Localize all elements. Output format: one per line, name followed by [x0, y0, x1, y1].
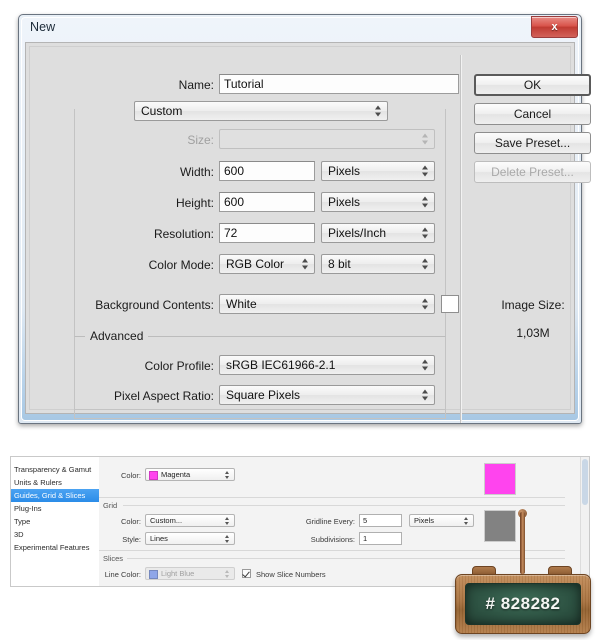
ok-button[interactable]: OK — [474, 74, 591, 96]
pixel-aspect-ratio-value: Square Pixels — [226, 388, 300, 402]
sidebar-item-experimental-features[interactable]: Experimental Features — [11, 541, 99, 554]
stepper-arrows-icon — [422, 360, 429, 371]
gridline-unit-value: Pixels — [414, 516, 434, 525]
slices-color-swatch-icon — [149, 570, 158, 579]
sidebar-item-guides-grid-slices[interactable]: Guides, Grid & Slices — [11, 489, 99, 502]
image-size-label: Image Size: — [463, 298, 600, 312]
background-contents-value: White — [226, 297, 257, 311]
color-mode-select[interactable]: RGB Color — [219, 254, 315, 274]
sidebar-item-plug-ins[interactable]: Plug-Ins — [11, 502, 99, 515]
sidebar-item-3d[interactable]: 3D — [11, 528, 99, 541]
guides-color-label: Color: — [105, 471, 141, 480]
guides-color-value: Magenta — [161, 470, 190, 479]
width-unit-value: Pixels — [328, 164, 360, 178]
sidebar-item-units-rulers[interactable]: Units & Rulers — [11, 476, 99, 489]
grid-color-label: Color: — [105, 517, 141, 526]
size-label: Size: — [54, 133, 214, 147]
name-label: Name: — [54, 78, 214, 92]
chevron-updown-icon — [225, 517, 230, 525]
grid-color-value: Custom... — [150, 516, 182, 525]
sign-board: # 828282 — [465, 583, 581, 625]
resolution-label: Resolution: — [54, 227, 214, 241]
dialog-title: New — [30, 20, 55, 34]
dialog-body: Name: Tutorial Preset: Custom Size: Widt… — [25, 42, 575, 414]
save-preset-button[interactable]: Save Preset... — [474, 132, 591, 154]
image-size-value: 1,03M — [463, 326, 600, 340]
resolution-unit-select[interactable]: Pixels/Inch — [321, 223, 435, 243]
stepper-arrows-icon — [422, 299, 429, 310]
hex-color-text: # 828282 — [486, 594, 561, 614]
height-label: Height: — [54, 196, 214, 210]
preferences-sidebar: Transparency & Gamut Units & Rulers Guid… — [11, 457, 100, 586]
slices-line-color-select[interactable]: Light Blue — [145, 567, 235, 580]
gridline-every-label: Gridline Every: — [277, 517, 355, 526]
height-unit-select[interactable]: Pixels — [321, 192, 435, 212]
color-profile-value: sRGB IEC61966-2.1 — [226, 358, 335, 372]
grid-section-rule — [123, 505, 565, 506]
slices-section-title: Slices — [103, 554, 127, 563]
name-input[interactable]: Tutorial — [219, 74, 459, 94]
pixel-aspect-ratio-label: Pixel Aspect Ratio: — [54, 389, 214, 403]
background-contents-select[interactable]: White — [219, 294, 435, 314]
slices-line-color-label: Line Color: — [99, 570, 141, 579]
guides-color-select[interactable]: Magenta — [145, 468, 235, 481]
subdivisions-input[interactable]: 1 — [359, 532, 402, 545]
stepper-arrows-icon — [422, 197, 429, 208]
show-slice-numbers-checkbox[interactable] — [242, 569, 251, 578]
chevron-updown-icon — [225, 535, 230, 543]
close-icon: x — [532, 17, 577, 37]
sign-wood-frame: # 828282 — [455, 574, 591, 634]
color-profile-label: Color Profile: — [54, 359, 214, 373]
scrollbar-thumb[interactable] — [582, 459, 588, 505]
stepper-arrows-icon — [302, 259, 309, 270]
sidebar-item-transparency-gamut[interactable]: Transparency & Gamut — [11, 463, 99, 476]
slices-line-color-value: Light Blue — [161, 569, 194, 578]
dialog-titlebar[interactable]: New x — [19, 15, 581, 42]
grid-style-value: Lines — [150, 534, 168, 543]
close-button[interactable]: x — [531, 16, 578, 38]
magenta-color-swatch — [484, 463, 516, 495]
cancel-button[interactable]: Cancel — [474, 103, 591, 125]
color-depth-select[interactable]: 8 bit — [321, 254, 435, 274]
sign-rope — [520, 512, 525, 574]
new-document-dialog: New x Name: Tutorial Preset: Custom Size… — [18, 14, 582, 424]
chevron-updown-icon — [225, 570, 230, 578]
show-slice-numbers-label: Show Slice Numbers — [256, 570, 326, 579]
advanced-group-title: Advanced — [85, 329, 148, 343]
pixel-aspect-ratio-select[interactable]: Square Pixels — [219, 385, 435, 405]
size-select — [219, 129, 435, 149]
gridline-every-input[interactable]: 5 — [359, 514, 402, 527]
dialog-separator — [460, 55, 462, 423]
width-unit-select[interactable]: Pixels — [321, 161, 435, 181]
guides-color-swatch-icon — [149, 471, 158, 480]
grid-color-select[interactable]: Custom... — [145, 514, 235, 527]
height-unit-value: Pixels — [328, 195, 360, 209]
resolution-input[interactable]: 72 — [219, 223, 315, 243]
grid-section-title: Grid — [103, 501, 121, 510]
sidebar-item-type[interactable]: Type — [11, 515, 99, 528]
subdivisions-label: Subdivisions: — [277, 535, 355, 544]
resolution-unit-value: Pixels/Inch — [328, 226, 386, 240]
background-color-swatch[interactable] — [441, 295, 459, 313]
guides-section-divider — [99, 497, 565, 498]
color-mode-value: RGB Color — [226, 257, 284, 271]
stepper-arrows-icon — [422, 166, 429, 177]
color-profile-select[interactable]: sRGB IEC61966-2.1 — [219, 355, 435, 375]
grid-style-select[interactable]: Lines — [145, 532, 235, 545]
background-contents-label: Background Contents: — [36, 298, 214, 312]
stepper-arrows-icon — [422, 259, 429, 270]
height-input[interactable]: 600 — [219, 192, 315, 212]
chalkboard-sign: # 828282 — [452, 512, 594, 636]
stepper-arrows-icon — [422, 134, 429, 145]
chevron-updown-icon — [225, 471, 230, 479]
delete-preset-button: Delete Preset... — [474, 161, 591, 183]
width-label: Width: — [54, 165, 214, 179]
stepper-arrows-icon — [422, 390, 429, 401]
grid-style-label: Style: — [105, 535, 141, 544]
stepper-arrows-icon — [422, 228, 429, 239]
width-input[interactable]: 600 — [219, 161, 315, 181]
color-depth-value: 8 bit — [328, 257, 351, 271]
color-mode-label: Color Mode: — [54, 258, 214, 272]
